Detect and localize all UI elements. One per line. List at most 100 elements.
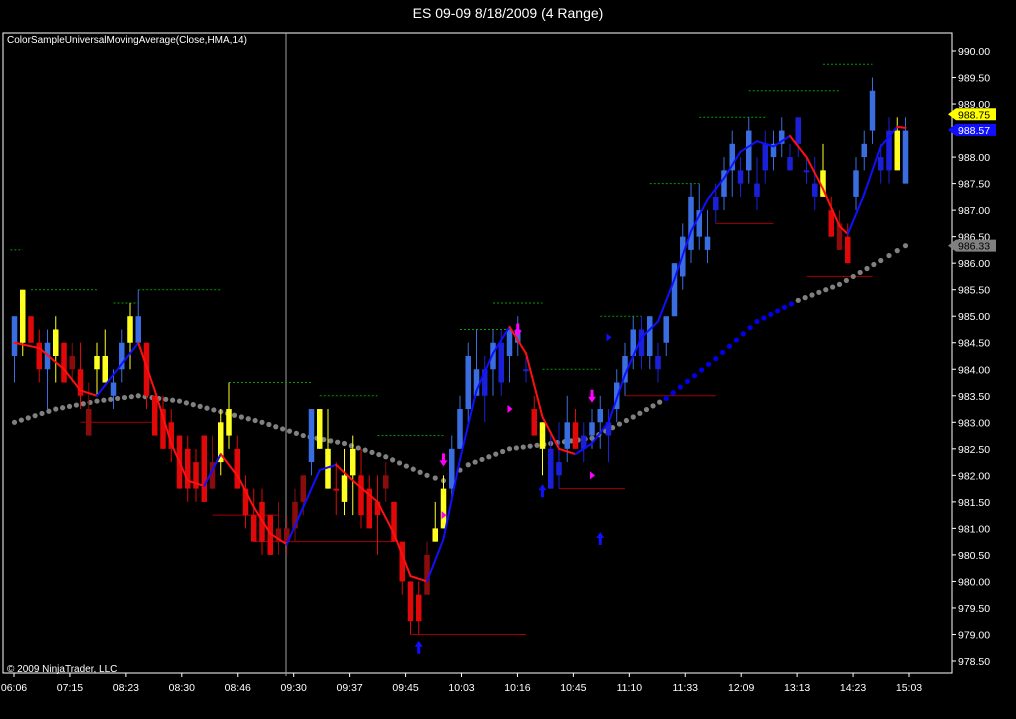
- slow-ma-dot: [691, 373, 698, 379]
- candle-body: [663, 316, 669, 343]
- slow-ma-dot: [500, 448, 506, 455]
- candle-body: [432, 528, 438, 542]
- slow-ma-dot: [768, 311, 774, 318]
- slow-ma-dot: [809, 292, 815, 298]
- slow-ma-dot: [341, 440, 348, 447]
- candle-body: [803, 170, 810, 173]
- candle-body: [300, 475, 306, 502]
- indicator-label: ColorSampleUniversalMovingAverage(Close,…: [7, 35, 247, 46]
- slow-ma-dot: [816, 289, 822, 295]
- slow-ma-dot: [850, 273, 856, 280]
- candle-body: [861, 143, 867, 158]
- x-tick-label: 15:03: [896, 682, 922, 694]
- slow-ma-dot: [706, 361, 712, 367]
- candle-body: [556, 462, 562, 476]
- candle-body: [152, 395, 158, 436]
- slow-ma-dot: [843, 277, 849, 284]
- y-tick-label: 985.50: [958, 285, 990, 297]
- candle-body: [704, 236, 711, 250]
- y-tick-label: 985.00: [958, 311, 990, 323]
- candle-body: [308, 409, 315, 463]
- slow-ma-dot: [720, 349, 726, 356]
- candle-body: [894, 130, 900, 171]
- slow-ma-dot: [280, 426, 286, 432]
- candle-body: [358, 475, 364, 516]
- slow-ma-dot: [534, 442, 540, 448]
- candle-body: [655, 356, 661, 370]
- slow-ma-dot: [788, 301, 794, 307]
- triangle-marker-icon: [590, 471, 595, 480]
- candle-body: [20, 289, 26, 343]
- x-tick-label: 08:23: [113, 682, 139, 694]
- candle-body: [548, 448, 554, 489]
- x-axis: 06:06 07:15 08:23 08:30 08:46 09:30 09:37 09:45…: [1, 673, 922, 694]
- x-tick-label: 09:37: [336, 682, 362, 694]
- slow-ma-dot: [390, 457, 396, 463]
- x-tick-label: 13:13: [784, 682, 810, 694]
- slow-ma-dot: [355, 445, 361, 451]
- candle-body: [762, 143, 768, 171]
- slow-ma-dot: [163, 396, 169, 402]
- slow-ma-dot: [802, 295, 808, 301]
- slow-ma-dot: [204, 405, 210, 411]
- candle-body: [853, 170, 859, 197]
- slow-ma-dot: [699, 367, 705, 373]
- candle-body: [226, 409, 232, 436]
- slow-ma-dot: [527, 443, 533, 449]
- slow-ma-dot: [424, 472, 430, 478]
- slow-ma-dot: [60, 405, 66, 411]
- slow-ma-dot: [273, 424, 279, 430]
- slow-ma-dot: [211, 407, 217, 413]
- price-marker-label: 988.75: [958, 109, 990, 121]
- slow-ma-dot: [190, 402, 196, 408]
- arrow-down-icon: [588, 389, 596, 403]
- candle-body: [383, 475, 389, 489]
- x-tick-label: 10:16: [504, 682, 530, 694]
- slow-ma-dot: [335, 439, 341, 445]
- slow-ma-dot: [369, 449, 375, 455]
- arrow-up-icon: [414, 640, 423, 654]
- slow-ma-dot: [39, 410, 45, 417]
- price-chart[interactable]: 990.00989.50989.00988.50988.00987.50987.…: [0, 0, 1016, 719]
- y-tick-label: 988.00: [958, 152, 990, 164]
- x-tick-label: 10:03: [448, 682, 474, 694]
- candles: [11, 77, 909, 635]
- candle-body: [53, 329, 59, 356]
- slow-ma-dot: [836, 281, 843, 287]
- slow-ma-dot: [479, 456, 485, 463]
- price-marker-label: 986.33: [958, 241, 990, 253]
- slow-ma-dot: [493, 451, 499, 457]
- y-tick-label: 979.00: [958, 629, 990, 641]
- candle-body: [28, 316, 34, 343]
- slow-ma-dot: [286, 428, 293, 434]
- slow-ma-dot: [383, 454, 389, 460]
- y-tick-label: 980.50: [958, 550, 990, 562]
- slow-ma-dot: [513, 445, 519, 451]
- candle-body: [589, 422, 595, 436]
- slow-ma-dot: [115, 395, 121, 402]
- hma-segment: [896, 125, 907, 129]
- candle-body: [564, 422, 570, 449]
- candle-body: [572, 422, 579, 449]
- y-tick-label: 983.00: [958, 417, 990, 429]
- slow-ma-dot: [637, 410, 643, 416]
- x-tick-label: 06:06: [1, 682, 27, 694]
- slow-ma-dot: [795, 297, 801, 303]
- x-tick-label: 12:09: [728, 682, 754, 694]
- slow-ma-dot: [176, 398, 183, 404]
- slow-ma-dot: [396, 460, 403, 466]
- candle-body: [86, 409, 92, 436]
- candle-body: [333, 488, 339, 491]
- slow-ma-dot: [775, 308, 781, 314]
- slow-ma-dot: [886, 252, 892, 259]
- y-tick-label: 987.50: [958, 179, 990, 191]
- candle-body: [878, 157, 884, 171]
- hma-segment: [129, 341, 140, 355]
- candle-body: [94, 356, 100, 370]
- x-tick-label: 08:46: [225, 682, 251, 694]
- candle-body: [457, 409, 463, 449]
- y-tick-label: 978.50: [958, 656, 990, 668]
- x-tick-label: 08:30: [169, 682, 195, 694]
- hma-segment: [13, 341, 41, 350]
- candle-body: [754, 183, 760, 197]
